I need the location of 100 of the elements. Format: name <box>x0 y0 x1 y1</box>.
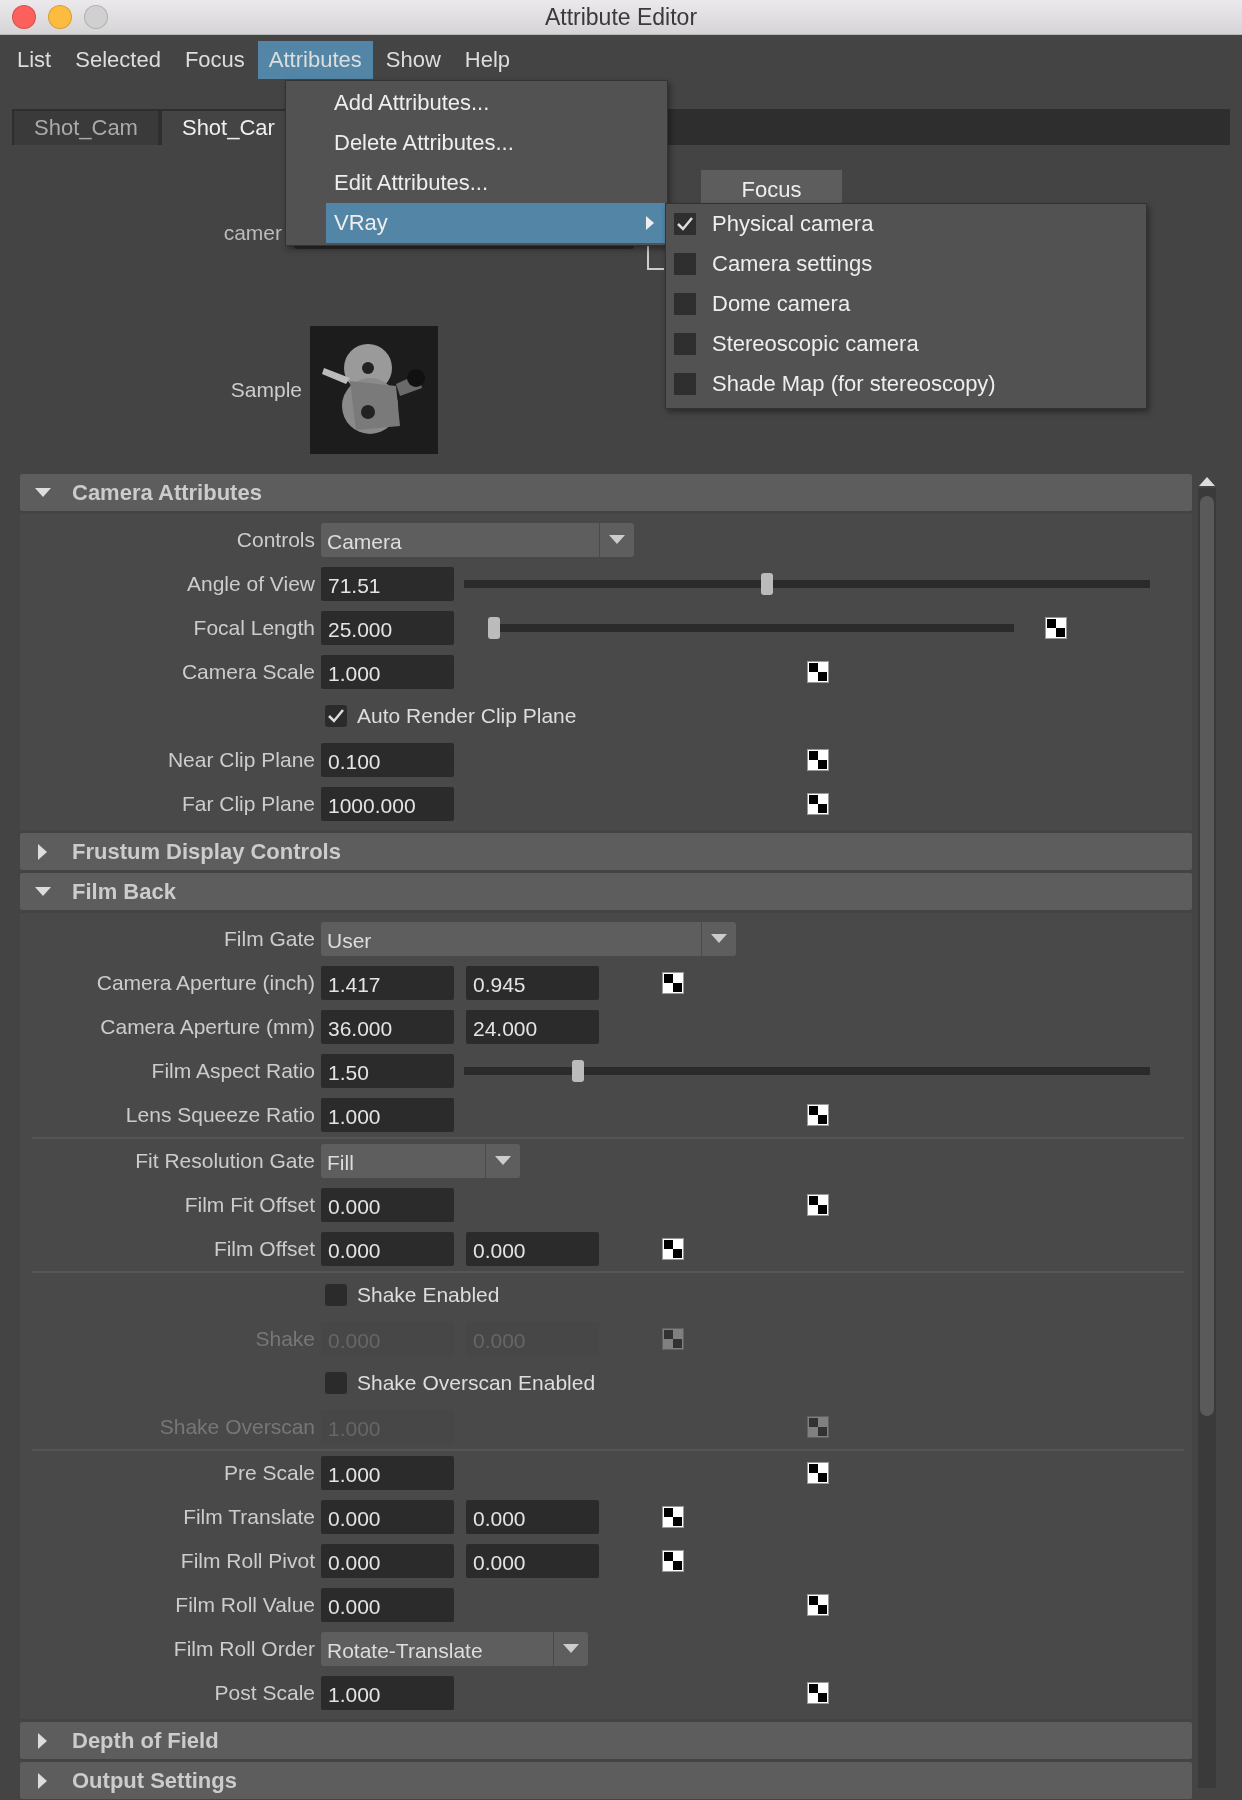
checker-icon[interactable] <box>807 1682 829 1704</box>
dropdown[interactable]: Rotate-Translate <box>321 1632 588 1666</box>
section-header[interactable]: Film Back <box>20 873 1192 910</box>
number-field[interactable]: 1.000 <box>321 1456 454 1490</box>
slider-thumb[interactable] <box>760 573 773 595</box>
attribute-label: Post Scale <box>213 1681 316 1705</box>
menu-item[interactable]: List <box>6 41 63 79</box>
menu-checkbox[interactable] <box>674 253 696 275</box>
number-field[interactable]: 0.000 <box>466 1544 599 1578</box>
submenu-option[interactable]: Shade Map (for stereoscopy) <box>666 364 1146 404</box>
bracket-line <box>647 244 664 270</box>
number-field[interactable]: 1.000 <box>321 1676 454 1710</box>
number-field[interactable]: 36.000 <box>321 1010 454 1044</box>
attribute-label: Film Roll Pivot <box>179 1549 316 1573</box>
sample-label: Sample <box>229 378 303 402</box>
checker-icon[interactable] <box>662 1550 684 1572</box>
attribute-label: Film Gate <box>223 927 316 951</box>
checkbox-label: Shake Overscan Enabled <box>357 1371 596 1395</box>
menu-item[interactable]: Show <box>374 41 452 79</box>
menu-item[interactable]: Focus <box>173 41 256 79</box>
attribute-label: Far Clip Plane <box>180 792 316 816</box>
menu-checkbox[interactable] <box>674 213 696 235</box>
tab[interactable]: Shot_Cam <box>14 111 158 145</box>
checker-icon[interactable] <box>807 793 829 815</box>
number-field[interactable]: 0.000 <box>321 1500 454 1534</box>
number-field[interactable]: 1000.000 <box>321 787 454 821</box>
window-title: Attribute Editor <box>544 3 698 31</box>
check-icon <box>676 216 694 232</box>
section-header[interactable]: Frustum Display Controls <box>20 833 1192 870</box>
attribute-label: Fit Resolution Gate <box>134 1149 316 1173</box>
slider-thumb[interactable] <box>571 1060 584 1082</box>
camera-icon <box>310 326 438 454</box>
attribute-label: Film Translate <box>182 1505 316 1529</box>
number-field[interactable]: 0.000 <box>321 1544 454 1578</box>
attribute-label: Film Offset <box>212 1237 316 1261</box>
attribute-label: Film Roll Order <box>172 1637 316 1661</box>
number-field[interactable]: 24.000 <box>466 1010 599 1044</box>
number-field[interactable]: 0.000 <box>466 1232 599 1266</box>
attribute-label: Film Roll Value <box>174 1593 316 1617</box>
menu-checkbox[interactable] <box>674 293 696 315</box>
checker-icon[interactable] <box>807 1594 829 1616</box>
dropdown[interactable]: Fill <box>321 1144 520 1178</box>
section-header[interactable]: Output Settings <box>20 1762 1192 1799</box>
submenu-option[interactable]: Physical camera <box>666 204 1146 244</box>
submenu-option[interactable]: Dome camera <box>666 284 1146 324</box>
checkbox[interactable] <box>325 1372 347 1394</box>
dropdown-arrow-icon <box>609 535 625 545</box>
attribute-label: Angle of View <box>185 572 316 596</box>
menu-item[interactable]: Selected <box>64 41 172 79</box>
number-field[interactable]: 0.100 <box>321 743 454 777</box>
menu-checkbox[interactable] <box>674 333 696 355</box>
scrollbar[interactable] <box>1198 488 1216 1788</box>
number-field[interactable]: 1.000 <box>321 655 454 689</box>
attribute-label: Camera Scale <box>180 660 316 684</box>
number-field[interactable]: 1.417 <box>321 966 454 1000</box>
number-field[interactable]: 0.000 <box>321 1232 454 1266</box>
submenu-option[interactable]: Camera settings <box>666 244 1146 284</box>
attribute-label: Pre Scale <box>222 1461 316 1485</box>
menu-checkbox[interactable] <box>674 373 696 395</box>
node-label: camer <box>222 221 283 245</box>
checkbox[interactable] <box>325 1284 347 1306</box>
checker-icon[interactable] <box>807 1194 829 1216</box>
number-field[interactable]: 0.945 <box>466 966 599 1000</box>
checker-icon[interactable] <box>662 972 684 994</box>
number-field[interactable]: 1.50 <box>321 1054 454 1088</box>
dropdown[interactable]: User <box>321 922 736 956</box>
checker-icon[interactable] <box>662 1506 684 1528</box>
checkbox-label: Shake Enabled <box>357 1283 500 1307</box>
dropdown-arrow-icon <box>495 1156 511 1166</box>
focus-button[interactable]: Focus <box>701 170 842 206</box>
menu-item[interactable]: Help <box>453 41 522 79</box>
submenu-option[interactable]: Stereoscopic camera <box>666 324 1146 364</box>
attribute-label: Focal Length <box>192 616 316 640</box>
attribute-label: Camera Aperture (inch) <box>95 971 316 995</box>
checkbox[interactable] <box>325 705 347 727</box>
menu-option[interactable]: Edit Attributes... <box>326 163 667 203</box>
number-field[interactable]: 0.000 <box>321 1588 454 1622</box>
checkbox-label: Auto Render Clip Plane <box>357 704 577 728</box>
section-header[interactable]: Depth of Field <box>20 1722 1192 1759</box>
check-icon <box>327 708 345 724</box>
dropdown-arrow-icon <box>563 1644 579 1654</box>
number-field[interactable]: 25.000 <box>321 611 454 645</box>
close-button[interactable] <box>12 5 36 29</box>
checker-icon[interactable] <box>807 1104 829 1126</box>
checker-icon[interactable] <box>1045 617 1067 639</box>
attribute-label: Camera Aperture (mm) <box>99 1015 316 1039</box>
number-field[interactable]: 1.000 <box>321 1098 454 1132</box>
number-field[interactable]: 71.51 <box>321 567 454 601</box>
attribute-label: Near Clip Plane <box>166 748 316 772</box>
attribute-label: Lens Squeeze Ratio <box>124 1103 316 1127</box>
section-header[interactable]: Camera Attributes <box>20 474 1192 511</box>
slider-thumb[interactable] <box>488 617 500 639</box>
number-field[interactable]: 0.000 <box>466 1500 599 1534</box>
number-field[interactable]: 0.000 <box>321 1188 454 1222</box>
attribute-label: Controls <box>235 528 316 552</box>
dropdown[interactable]: Camera <box>321 523 634 557</box>
checker-icon[interactable] <box>807 1462 829 1484</box>
checker-icon[interactable] <box>662 1238 684 1260</box>
checker-icon[interactable] <box>807 661 829 683</box>
checker-icon[interactable] <box>807 749 829 771</box>
